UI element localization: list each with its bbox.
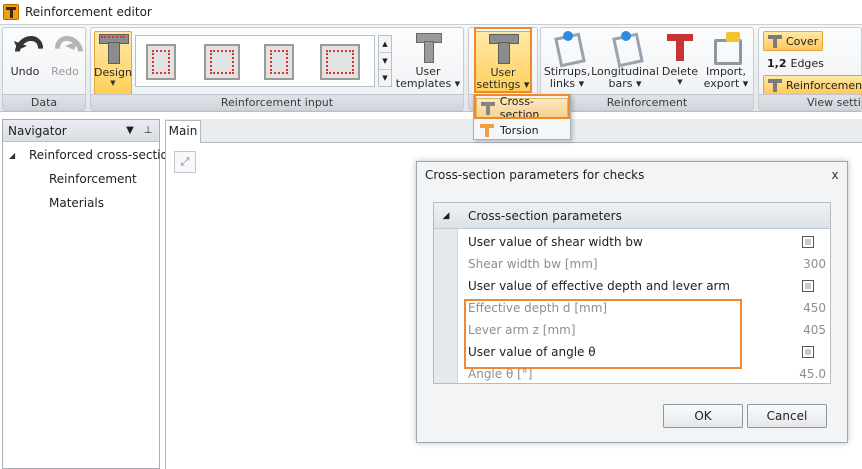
ribbon-group-label-reinforcement: Reinforcement bbox=[541, 94, 753, 110]
delete-icon bbox=[664, 31, 696, 63]
row-user-effective-depth: User value of effective depth and lever … bbox=[468, 275, 828, 297]
panel-menu-icon[interactable]: ▼ bbox=[123, 125, 137, 136]
reinforcement-icon bbox=[768, 78, 782, 92]
ok-button[interactable]: OK bbox=[663, 404, 743, 428]
stirrups-links-button[interactable]: Stirrups, links ▾ bbox=[544, 31, 590, 95]
value-effective-depth: 450 bbox=[803, 301, 826, 315]
torsion-icon bbox=[480, 123, 494, 137]
ribbon-group-label-reinforcement-input: Reinforcement input bbox=[91, 94, 463, 110]
row-user-shear-width: User value of shear width bw bbox=[468, 231, 828, 253]
template-thumbnail[interactable] bbox=[204, 44, 240, 80]
cross-section-highlight bbox=[474, 94, 570, 119]
redo-icon bbox=[49, 31, 81, 63]
tree-item-materials[interactable]: Materials bbox=[49, 194, 104, 212]
value-lever-arm: 405 bbox=[803, 323, 826, 337]
edges-toggle[interactable]: 1,2 Edges bbox=[763, 53, 828, 73]
import-export-icon bbox=[710, 31, 742, 65]
scroll-up-icon[interactable]: ▲ bbox=[379, 36, 391, 53]
title-bar: Reinforcement editor bbox=[0, 0, 862, 24]
gallery-more-icon[interactable]: ▼ bbox=[379, 70, 391, 87]
zoom-extents-icon[interactable]: ⤢ bbox=[174, 151, 196, 173]
ribbon-group-data: Undo Redo Data bbox=[2, 27, 86, 111]
navigator-header: Navigator ▼ ⊥ bbox=[3, 120, 159, 142]
import-export-button[interactable]: Import, export ▾ bbox=[703, 31, 749, 95]
value-angle: 45.0 bbox=[799, 367, 826, 381]
delete-button[interactable]: Delete ▼ bbox=[659, 31, 701, 95]
scroll-down-icon[interactable]: ▼ bbox=[379, 53, 391, 70]
checkbox-user-shear-width[interactable] bbox=[802, 236, 814, 248]
chevron-down-icon: ▼ bbox=[110, 79, 116, 87]
user-templates-icon bbox=[412, 31, 444, 63]
tree-item-reinforcement[interactable]: Reinforcement bbox=[49, 170, 137, 188]
checkbox-user-angle[interactable] bbox=[802, 346, 814, 358]
dialog-title-bar: Cross-section parameters for checks x bbox=[417, 162, 847, 188]
cancel-button[interactable]: Cancel bbox=[747, 404, 827, 428]
gallery-scroll[interactable]: ▲ ▼ ▼ bbox=[378, 35, 392, 87]
longitudinal-bars-icon bbox=[609, 31, 641, 63]
close-icon[interactable]: x bbox=[823, 168, 847, 182]
user-templates-button[interactable]: User templates ▾ bbox=[396, 31, 460, 95]
tree-item-root[interactable]: ◢ Reinforced cross-section bbox=[9, 146, 175, 164]
value-shear-width: 300 bbox=[803, 257, 826, 271]
cover-icon bbox=[768, 34, 782, 48]
undo-button[interactable]: Undo bbox=[7, 31, 43, 95]
design-button[interactable]: Design ▼ bbox=[94, 31, 132, 95]
user-settings-highlight bbox=[474, 27, 532, 93]
ribbon-group-reinforcement: Stirrups, links ▾ Longitudinal bars ▾ De… bbox=[540, 27, 754, 111]
cover-toggle[interactable]: Cover bbox=[763, 31, 824, 51]
menu-item-torsion[interactable]: Torsion bbox=[476, 120, 568, 140]
app-icon bbox=[3, 4, 19, 20]
design-icon bbox=[97, 32, 129, 64]
template-thumbnail[interactable] bbox=[146, 44, 176, 80]
undo-icon bbox=[9, 31, 41, 63]
tree-expanded-icon[interactable]: ◢ bbox=[9, 151, 21, 160]
collapse-icon[interactable]: ◢ bbox=[434, 211, 458, 221]
property-grid: ◢ Cross-section parameters User value of… bbox=[433, 202, 831, 384]
checkbox-user-effective-depth[interactable] bbox=[802, 280, 814, 292]
stirrups-icon bbox=[551, 31, 583, 63]
effective-depth-highlight bbox=[464, 299, 742, 369]
longitudinal-bars-button[interactable]: Longitudinal bars ▾ bbox=[591, 31, 659, 95]
ribbon: Undo Redo Data Design ▼ ▲ ▼ ▼ User templ… bbox=[0, 24, 862, 112]
row-shear-width: Shear width bw [mm] 300 bbox=[468, 257, 826, 271]
ribbon-group-view-setting: Cover 1,2 Edges Reinforcement View setti… bbox=[758, 27, 862, 111]
reinforcement-toggle[interactable]: Reinforcement bbox=[763, 75, 862, 95]
pin-icon[interactable]: ⊥ bbox=[141, 125, 155, 136]
ribbon-group-reinforcement-input: Design ▼ ▲ ▼ ▼ User templates ▾ Reinforc… bbox=[90, 27, 464, 111]
navigator-panel: Navigator ▼ ⊥ ◢ Reinforced cross-section… bbox=[2, 119, 175, 469]
tab-main[interactable]: Main bbox=[165, 120, 201, 143]
window-title: Reinforcement editor bbox=[25, 5, 152, 19]
ribbon-group-label-view-setting: View setting bbox=[759, 94, 861, 110]
chevron-down-icon: ▼ bbox=[677, 78, 683, 86]
ribbon-group-label-data: Data bbox=[3, 94, 85, 110]
property-group-header[interactable]: ◢ Cross-section parameters bbox=[434, 203, 830, 229]
cross-section-parameters-dialog: Cross-section parameters for checks x ◢ … bbox=[416, 161, 848, 443]
template-thumbnail[interactable] bbox=[264, 44, 294, 80]
template-thumbnail[interactable] bbox=[320, 44, 360, 80]
redo-button[interactable]: Redo bbox=[47, 31, 83, 95]
template-gallery bbox=[135, 35, 375, 87]
